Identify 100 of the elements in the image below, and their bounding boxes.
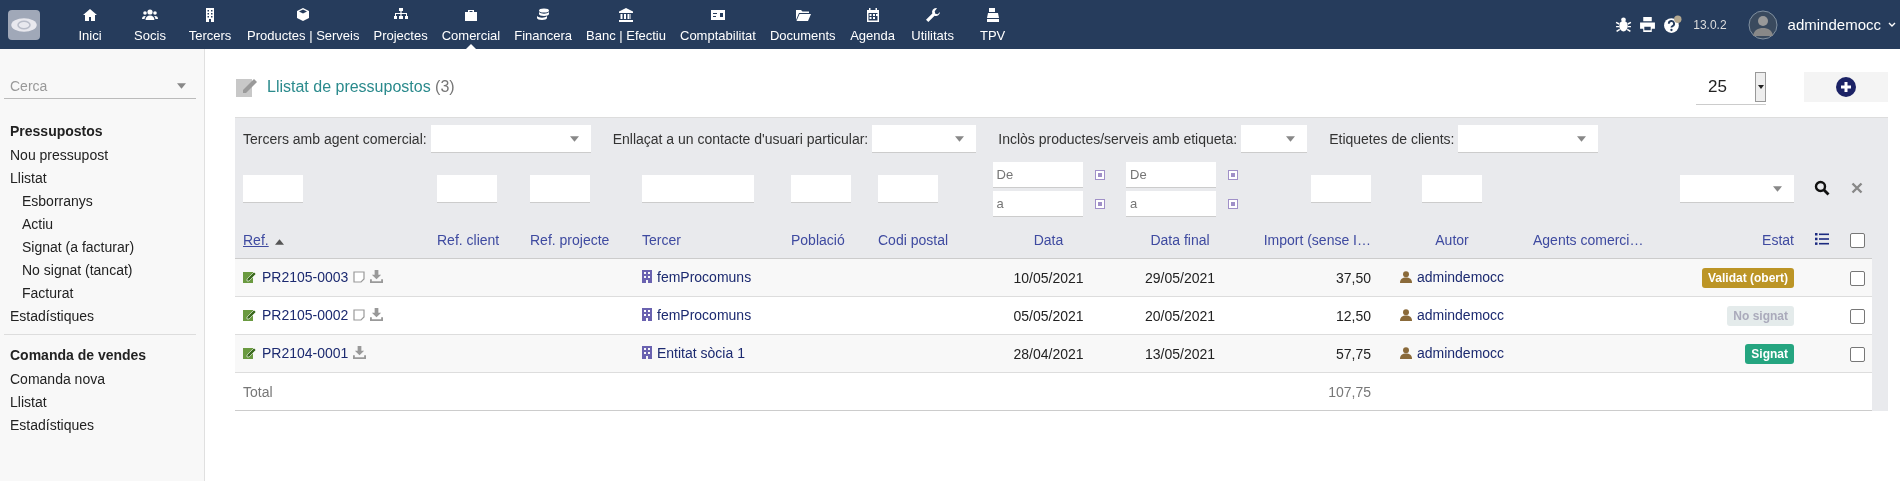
column-header[interactable]: Import (sense I…: [1263, 232, 1371, 248]
filter-input[interactable]: [642, 175, 754, 203]
printer-icon[interactable]: [1639, 16, 1657, 33]
column-header[interactable]: Estat: [1762, 232, 1794, 248]
menu-item[interactable]: Llistat: [10, 167, 190, 190]
menu-item[interactable]: Nou pressupost: [10, 144, 190, 167]
menu-item[interactable]: Llistat: [10, 391, 190, 414]
calendar-icon: [864, 6, 881, 23]
nav-menu-item[interactable]: Comptabilitat: [673, 0, 763, 49]
filter-input[interactable]: [791, 175, 851, 203]
download-icon[interactable]: [353, 346, 367, 360]
bug-icon[interactable]: [1615, 16, 1633, 33]
calendar-icon[interactable]: [1094, 169, 1105, 180]
search-icon[interactable]: [1814, 179, 1830, 196]
filter-select[interactable]: [872, 125, 977, 153]
user-menu[interactable]: admindemocc: [1787, 16, 1881, 33]
nav-menu-item[interactable]: Documents: [762, 0, 843, 49]
column-header[interactable]: Data: [1033, 232, 1064, 248]
filter-label: Etiquetes de clients:: [1329, 131, 1455, 147]
nav-menu-item[interactable]: Utilitats: [902, 0, 963, 49]
menu-section-title[interactable]: Comanda de vendes: [10, 345, 190, 368]
nav-menu-item[interactable]: Socis: [120, 0, 180, 49]
submenu-item[interactable]: Signat (a facturar): [10, 236, 190, 259]
filter-select[interactable]: [430, 125, 591, 153]
filter-label: Tercers amb agent comercial:: [243, 131, 427, 147]
date-input[interactable]: a: [1126, 190, 1216, 217]
column-header[interactable]: Codi postal: [878, 232, 949, 248]
calendar-icon[interactable]: [1228, 198, 1238, 209]
filter-input[interactable]: [437, 175, 497, 203]
row-checkbox[interactable]: [1850, 346, 1865, 362]
nav-menu-item[interactable]: TPV: [962, 0, 1023, 49]
submenu-item[interactable]: Facturat: [10, 282, 190, 305]
submenu-item[interactable]: Actiu: [10, 213, 190, 236]
calendar-icon[interactable]: [1094, 198, 1105, 209]
filter-select[interactable]: [1680, 175, 1794, 203]
note-icon[interactable]: [353, 270, 366, 283]
submenu-item[interactable]: Esborranys: [10, 190, 190, 213]
bank-icon: [618, 6, 634, 23]
menu-item[interactable]: Estadístiques: [10, 414, 190, 437]
table-cell: 13/05/2021: [1144, 345, 1216, 362]
sort-ascending-icon[interactable]: [274, 239, 284, 245]
filter-input[interactable]: [1422, 175, 1482, 203]
filter-select[interactable]: [1241, 125, 1308, 153]
reference-link[interactable]: PR2105-0002: [262, 306, 349, 323]
building-icon: [642, 308, 652, 322]
nav-menu-item[interactable]: Comercial: [434, 0, 508, 49]
page-title: Llistat de pressupostos (3): [267, 78, 455, 96]
download-icon[interactable]: [370, 308, 384, 322]
nav-menu-item[interactable]: Financera: [507, 0, 579, 49]
version-label: 13.0.2: [1693, 17, 1727, 32]
people-icon: [142, 6, 158, 23]
avatar-icon[interactable]: [1747, 9, 1778, 40]
filter-input[interactable]: [530, 175, 590, 203]
caret-icon: [955, 135, 965, 142]
filter-select[interactable]: [1458, 125, 1599, 153]
date-input[interactable]: a: [992, 190, 1083, 217]
column-header[interactable]: Ref.: [243, 232, 269, 248]
page-size-select[interactable]: 25: [1696, 69, 1766, 105]
filter-input[interactable]: [243, 175, 303, 203]
select-all-checkbox[interactable]: [1850, 233, 1865, 249]
nav-menu-item[interactable]: Banc | Efectiu: [579, 0, 673, 49]
document-pencil-icon: [243, 346, 257, 360]
add-button[interactable]: [1804, 72, 1888, 102]
nav-menu-item[interactable]: Inici: [60, 0, 120, 49]
logo-icon[interactable]: [8, 9, 40, 40]
list-icon[interactable]: [1815, 233, 1829, 245]
column-header[interactable]: Població: [791, 232, 845, 248]
column-header[interactable]: Ref. client: [437, 232, 500, 248]
menu-item[interactable]: Comanda nova: [10, 368, 190, 391]
column-header[interactable]: Autor: [1435, 232, 1469, 248]
date-input[interactable]: De: [1126, 161, 1216, 188]
filter-input[interactable]: [1311, 175, 1371, 203]
column-header[interactable]: Tercer: [642, 232, 681, 248]
caret-icon: [177, 83, 186, 89]
row-checkbox[interactable]: [1850, 308, 1865, 324]
nav-menu-item[interactable]: Agenda: [842, 0, 903, 49]
close-icon[interactable]: [1851, 182, 1863, 194]
reference-link[interactable]: PR2105-0003: [262, 268, 349, 285]
calendar-icon[interactable]: [1228, 169, 1238, 180]
note-icon[interactable]: [353, 308, 366, 321]
submenu-item[interactable]: No signat (tancat): [10, 259, 190, 282]
nav-menu-item[interactable]: Tercers: [180, 0, 240, 49]
filter-input[interactable]: [878, 175, 938, 203]
download-icon[interactable]: [370, 270, 384, 284]
table-cell: 10/05/2021: [1013, 269, 1084, 286]
reference-link[interactable]: PR2104-0001: [262, 344, 349, 361]
building-icon: [642, 346, 652, 360]
nav-menu-item[interactable]: Productes | Serveis: [240, 0, 367, 49]
caret-icon[interactable]: [1888, 21, 1896, 28]
caret-icon[interactable]: [1757, 84, 1764, 89]
table-cell: 37,50: [1335, 269, 1371, 286]
column-header[interactable]: Agents comerci…: [1533, 232, 1644, 248]
column-header[interactable]: Ref. projecte: [530, 232, 610, 248]
menu-section-title[interactable]: Pressupostos: [10, 121, 190, 144]
menu-item[interactable]: Estadístiques: [10, 305, 190, 328]
column-header[interactable]: Data final: [1150, 232, 1210, 248]
nav-menu-item[interactable]: Projectes: [366, 0, 435, 49]
row-checkbox[interactable]: [1850, 270, 1865, 286]
date-input[interactable]: De: [992, 161, 1083, 188]
help-icon[interactable]: [1663, 15, 1683, 34]
